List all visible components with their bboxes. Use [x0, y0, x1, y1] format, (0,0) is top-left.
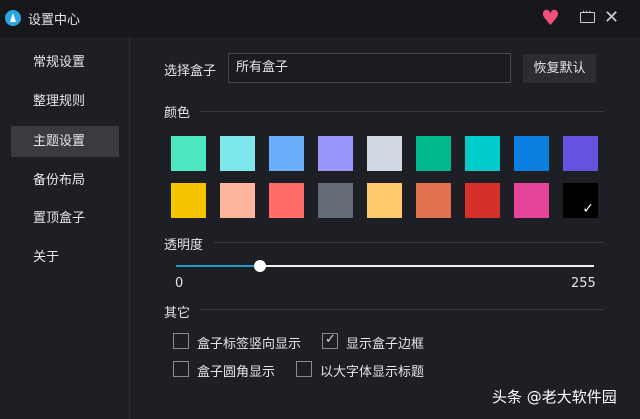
opacity-max: 255 [571, 276, 596, 291]
vertical-label-checkbox[interactable] [173, 333, 189, 349]
color-section-title: 颜色 [164, 106, 191, 121]
color-swatch[interactable] [367, 136, 402, 171]
title-bar: 设置中心 ♥ ✕ [0, 0, 640, 37]
slider-thumb[interactable] [253, 260, 266, 272]
option-label: 盒子圆角显示 [197, 365, 276, 380]
color-swatch[interactable] [416, 183, 451, 218]
sidebar-item-pinned[interactable]: 置顶盒子 [11, 203, 119, 234]
opacity-section-title: 透明度 [164, 238, 204, 253]
select-box-label: 选择盒子 [164, 64, 217, 79]
other-section-title: 其它 [164, 306, 191, 321]
large-title-checkbox[interactable] [296, 361, 312, 377]
opacity-min: 0 [175, 276, 184, 291]
watermark: 头条 @老大软件园 [492, 388, 617, 406]
color-swatch[interactable] [171, 136, 206, 171]
box-select[interactable]: 所有盒子 [228, 53, 511, 83]
sidebar-item-theme[interactable]: 主题设置 [11, 126, 119, 157]
window-title: 设置中心 [28, 13, 81, 28]
show-border-checkbox[interactable] [322, 332, 338, 349]
app-logo-icon [5, 10, 21, 26]
divider [200, 309, 604, 310]
option-label: 以大字体显示标题 [320, 365, 425, 380]
sidebar-item-general[interactable]: 常规设置 [11, 47, 119, 78]
color-swatch[interactable] [465, 136, 500, 171]
rounded-corner-checkbox[interactable] [173, 361, 189, 377]
sidebar: 常规设置 整理规则 主题设置 备份布局 置顶盒子 关于 [0, 37, 130, 419]
option-label: 盒子标签竖向显示 [197, 337, 302, 352]
color-swatch[interactable] [367, 183, 402, 218]
divider [200, 111, 604, 112]
color-swatch[interactable] [563, 183, 598, 218]
color-swatch[interactable] [416, 136, 451, 171]
heart-icon[interactable]: ♥ [541, 8, 563, 29]
close-icon[interactable]: ✕ [604, 7, 619, 28]
color-swatch[interactable] [269, 183, 304, 218]
color-swatch[interactable] [220, 183, 255, 218]
color-swatch[interactable] [465, 183, 500, 218]
sidebar-item-about[interactable]: 关于 [11, 242, 119, 273]
restore-default-button[interactable]: 恢复默认 [523, 54, 596, 83]
color-swatch[interactable] [318, 136, 353, 171]
sidebar-item-backup[interactable]: 备份布局 [11, 165, 119, 196]
color-swatch[interactable] [318, 183, 353, 218]
feedback-icon[interactable] [580, 7, 595, 23]
slider-fill [176, 265, 260, 267]
color-swatch[interactable] [563, 136, 598, 171]
color-swatch[interactable] [514, 136, 549, 171]
sidebar-item-rules[interactable]: 整理规则 [11, 86, 119, 117]
color-swatch[interactable] [171, 183, 206, 218]
color-swatch[interactable] [220, 136, 255, 171]
option-label: 显示盒子边框 [346, 337, 425, 352]
divider [214, 242, 604, 243]
opacity-slider[interactable] [176, 260, 594, 272]
color-swatch[interactable] [514, 183, 549, 218]
color-swatch[interactable] [269, 136, 304, 171]
